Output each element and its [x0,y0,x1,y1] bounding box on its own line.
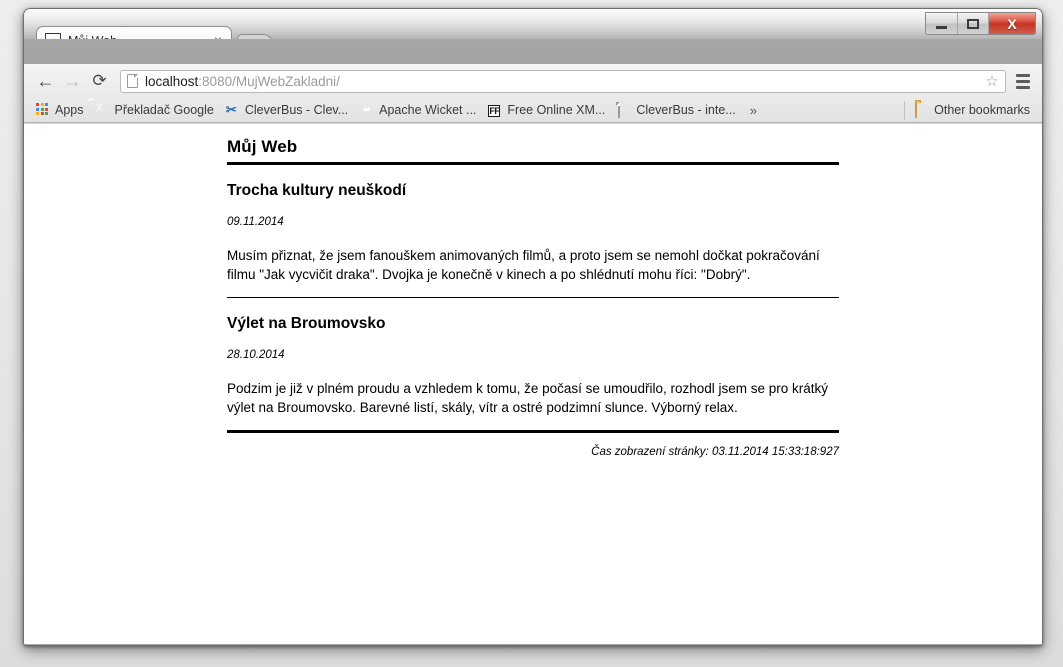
bookmark-label: Apps [55,103,84,117]
article-title: Výlet na Broumovsko [227,315,386,332]
browser-toolbar: ← → ⟳ localhost:8080/MujWebZakladni/ ☆ [24,64,1042,98]
article-item: Výlet na Broumovsko 28.10.2014 Podzim je… [227,298,839,430]
maximize-icon [967,18,979,29]
forward-button[interactable]: → [59,68,86,95]
bookmarks-overflow-button[interactable]: » [742,103,765,118]
back-button[interactable]: ← [32,68,59,95]
browser-window: Můj Web × X ← → ⟳ localhost:8080/MujWebZ… [23,8,1043,646]
bookmark-label: CleverBus - inte... [636,103,736,117]
bookmark-label: Překladač Google [114,103,214,117]
chrome-menu-icon[interactable] [1012,70,1034,92]
url-host: localhost [145,73,199,89]
page-render-timestamp: Čas zobrazení stránky: 03.11.2014 15:33:… [591,446,839,458]
bookmark-label: Free Online XM... [507,103,606,117]
free-online-xml-icon: FF [488,105,501,117]
bookmark-free-online-xml[interactable]: FF Free Online XM... [482,101,611,120]
reload-button[interactable]: ⟳ [86,68,113,95]
bookmark-other-bookmarks[interactable]: Other bookmarks [909,101,1036,120]
close-window-button[interactable]: X [988,13,1035,34]
address-bar[interactable]: localhost:8080/MujWebZakladni/ ☆ [120,69,1006,93]
bookmark-cleverbus-inte[interactable]: CleverBus - inte... [611,101,741,120]
article-body: Musím přiznat, že jsem fanouškem animova… [227,248,820,282]
menu-line-1 [1016,73,1030,77]
page-document-icon [127,74,138,88]
bookmark-star-icon[interactable]: ☆ [983,72,1001,90]
bookmarks-bar: Apps Překladač Google ✂ CleverBus - Clev… [24,98,1042,123]
bookmark-label: CleverBus - Clev... [244,103,349,117]
article-body: Podzim je již v plném proudu a vzhledem … [227,381,829,415]
menu-line-2 [1016,79,1030,83]
article-date: 28.10.2014 [227,349,285,361]
desktop-background: Můj Web × X ← → ⟳ localhost:8080/MujWebZ… [0,0,1063,667]
apps-grid-icon [36,103,50,117]
bookmark-label: Apache Wicket ... [379,103,477,117]
document-icon [617,102,631,118]
minimize-button[interactable] [926,13,957,34]
tab-strip: Můj Web × X [23,8,1043,54]
close-icon: X [1007,15,1017,32]
window-controls: X [925,12,1036,35]
bookmark-label: Other bookmarks [934,103,1030,117]
cleverbus-icon: ✂ [225,102,237,117]
article-date: 09.11.2014 [227,216,284,228]
minimize-icon [936,25,947,29]
web-page-content: Můj Web Trocha kultury neuškodí 09.11.20… [227,124,839,460]
tab-strip-shadow [23,39,1043,64]
folder-icon [915,102,929,118]
apache-wicket-icon [360,103,374,117]
bookmark-apache-wicket[interactable]: Apache Wicket ... [354,101,482,120]
google-translate-icon [96,103,110,117]
page-title: Můj Web [227,137,298,156]
bookmark-apps[interactable]: Apps [30,101,90,120]
article-item: Trocha kultury neuškodí 09.11.2014 Musím… [227,165,839,297]
url-path: :8080/MujWebZakladni/ [198,73,340,89]
page-viewport: Můj Web Trocha kultury neuškodí 09.11.20… [24,124,1042,644]
bookmark-prekladac-google[interactable]: Překladač Google [90,101,220,120]
bookmark-cleverbus-clev[interactable]: ✂ CleverBus - Clev... [220,101,354,120]
url-text: localhost:8080/MujWebZakladni/ [145,74,983,89]
menu-line-3 [1016,85,1030,89]
article-title: Trocha kultury neuškodí [227,182,407,199]
maximize-button[interactable] [957,13,988,34]
